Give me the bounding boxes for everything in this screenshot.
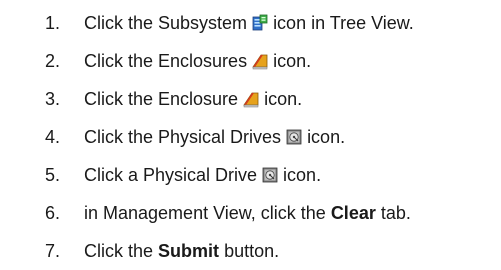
step-text: Click the Enclosure icon. (84, 89, 302, 110)
step-text-before: Click the Physical Drives (84, 126, 282, 147)
step-text: Click the Submit button. (84, 241, 279, 262)
step-7: 7. Click the Submit button. (0, 232, 501, 270)
instruction-list: 1. Click the Subsystem icon in Tree View… (0, 4, 501, 270)
submit-button-label: Submit (158, 240, 220, 261)
step-6: 6. in Management View, click the Clear t… (0, 194, 501, 232)
step-text: in Management View, click the Clear tab. (84, 203, 411, 224)
step-3: 3. Click the Enclosure icon. (0, 80, 501, 118)
step-text-after: icon. (307, 126, 346, 147)
step-1: 1. Click the Subsystem icon in Tree View… (0, 4, 501, 42)
step-text-before: Click the (84, 240, 154, 261)
step-text-before: in Management View, click the (84, 202, 326, 223)
subsystem-icon (251, 14, 269, 32)
step-number: 3. (44, 88, 60, 109)
step-text: Click the Subsystem icon in Tree View. (84, 13, 414, 34)
physical-drive-icon (261, 166, 279, 184)
step-text-after: icon. (264, 88, 303, 109)
step-number: 1. (44, 12, 60, 33)
enclosure-icon (242, 90, 260, 108)
step-text: Click a Physical Drive icon. (84, 165, 321, 186)
step-text-before: Click the Subsystem (84, 12, 248, 33)
step-text-after: button. (224, 240, 280, 261)
step-text-after: icon. (273, 50, 312, 71)
step-4: 4. Click the Physical Drives icon. (0, 118, 501, 156)
step-text-before: Click a Physical Drive (84, 164, 258, 185)
clear-tab-label: Clear (330, 202, 376, 223)
step-text-before: Click the Enclosures (84, 50, 248, 71)
physical-drives-icon (285, 128, 303, 146)
step-number: 4. (44, 126, 60, 147)
step-2: 2. Click the Enclosures icon. (0, 42, 501, 80)
step-number: 6. (44, 202, 60, 223)
step-number: 2. (44, 50, 60, 71)
step-text: Click the Enclosures icon. (84, 51, 311, 72)
enclosures-icon (251, 52, 269, 70)
step-text-before: Click the Enclosure (84, 88, 239, 109)
step-number: 7. (44, 240, 60, 261)
step-5: 5. Click a Physical Drive icon. (0, 156, 501, 194)
step-text: Click the Physical Drives icon. (84, 127, 345, 148)
step-text-after: icon. (283, 164, 322, 185)
step-text-after: tab. (380, 202, 411, 223)
step-number: 5. (44, 164, 60, 185)
step-text-after: icon in Tree View. (273, 12, 414, 33)
